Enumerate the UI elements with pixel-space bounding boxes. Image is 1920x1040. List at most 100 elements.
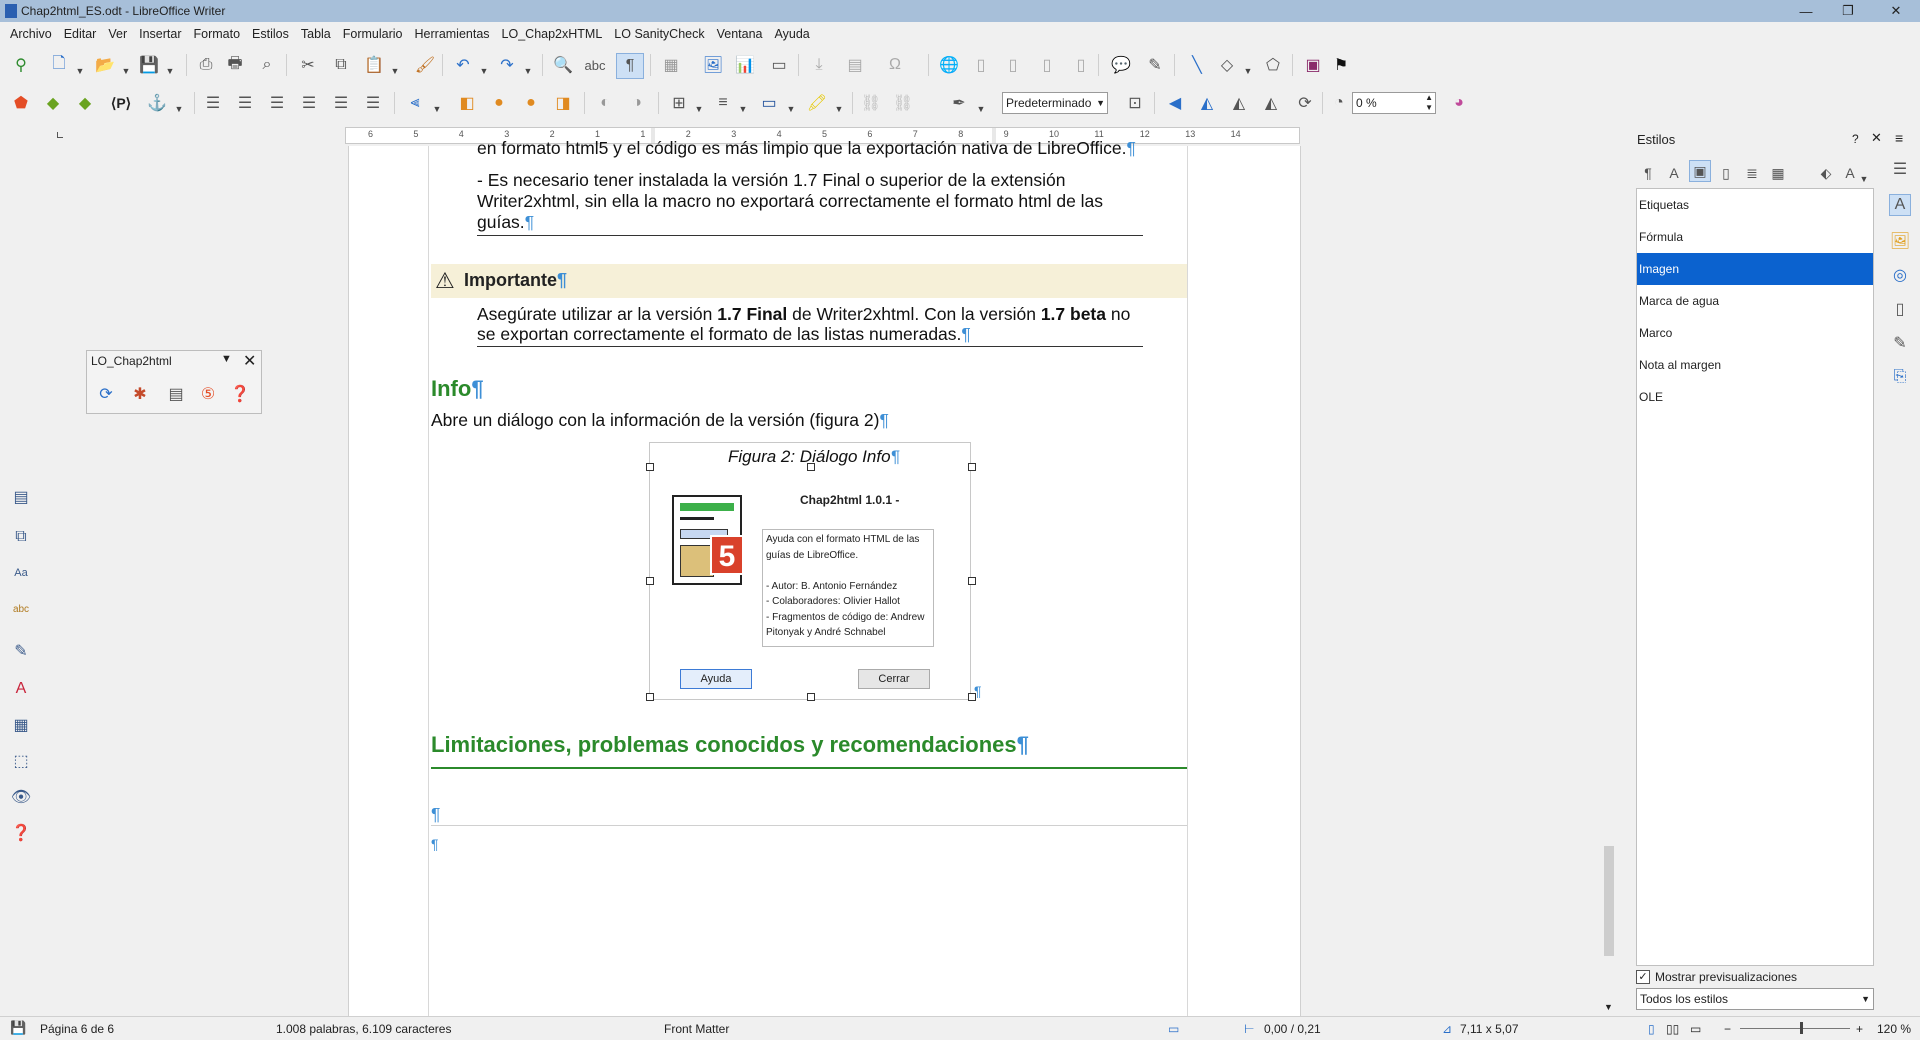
zoom-out-icon[interactable]: − <box>1724 1022 1731 1036</box>
bring-to-front-icon[interactable]: ◧ <box>456 92 478 114</box>
flip-horizontal-icon[interactable]: ◭ <box>1196 92 1218 114</box>
redo-icon[interactable]: ↷ <box>496 54 518 76</box>
copy-icon[interactable]: ⧉ <box>330 54 352 76</box>
selection-mode-icon[interactable]: ▭ <box>1168 1022 1179 1036</box>
zoom-slider-thumb[interactable] <box>1800 1022 1803 1034</box>
transparency-spinbox[interactable]: 0 % ▲ ▼ <box>1352 92 1436 114</box>
flip-vertical-icon[interactable]: ◀ <box>1164 92 1186 114</box>
menu-archivo[interactable]: Archivo <box>10 27 52 41</box>
style-item-nota-al-margen[interactable]: Nota al margen <box>1637 349 1873 381</box>
minimize-button[interactable]: — <box>1786 0 1826 22</box>
menu-formato[interactable]: Formato <box>194 27 241 41</box>
insert-caption-icon[interactable]: ⧉ <box>10 526 32 548</box>
maximize-button[interactable]: ❐ <box>1828 0 1868 22</box>
fill-format-icon[interactable]: ⬖ <box>1815 162 1837 184</box>
style-item-marca-de-agua[interactable]: Marca de agua <box>1637 285 1873 317</box>
find-icon[interactable]: 🔍 <box>552 54 574 76</box>
border-color-icon[interactable]: ▭ <box>758 92 780 114</box>
zoom-in-icon[interactable]: + <box>1856 1022 1863 1036</box>
resize-handle[interactable] <box>807 463 815 471</box>
chevron-down-icon[interactable]: ▼ <box>121 60 131 82</box>
cross-reference-icon[interactable]: ▯ <box>1070 54 1092 76</box>
chevron-down-icon[interactable]: ▼ <box>221 353 232 365</box>
tab-type-marker[interactable] <box>57 132 63 138</box>
resize-handle[interactable] <box>807 693 815 701</box>
list-styles-icon[interactable]: ≣ <box>1741 162 1763 184</box>
close-icon[interactable]: ✕ <box>243 351 256 371</box>
multi-page-view-icon[interactable]: ▯▯ <box>1666 1022 1679 1036</box>
help-button[interactable]: Ayuda <box>680 669 752 689</box>
print-icon[interactable]: 🖶 <box>224 54 246 76</box>
frame-styles-icon[interactable]: ▣ <box>1689 160 1711 182</box>
validate-icon[interactable]: ◆ <box>42 92 64 114</box>
wrap-through-icon[interactable]: ☰ <box>362 92 384 114</box>
menu-formulario[interactable]: Formulario <box>343 27 403 41</box>
insert-field-icon[interactable]: ▤ <box>844 54 866 76</box>
vertical-scrollbar[interactable]: ▼ <box>1603 146 1615 1016</box>
bookmark-icon[interactable]: ▯ <box>1036 54 1058 76</box>
navigator-icon[interactable]: ▤ <box>10 486 32 508</box>
navigator-deck-icon[interactable]: ◎ <box>1889 264 1911 286</box>
endnote-icon[interactable]: ▯ <box>1002 54 1024 76</box>
document-page[interactable]: en formato html5 y el código es más limp… <box>348 138 1301 1016</box>
chevron-down-icon[interactable]: ▼ <box>432 98 442 120</box>
style-item-imagen[interactable]: Imagen <box>1637 253 1873 285</box>
page-count[interactable]: Página 6 de 6 <box>40 1022 114 1036</box>
link-frames-icon[interactable]: ⛓ <box>860 92 882 114</box>
formatting-marks-icon[interactable]: ¶ <box>616 53 644 79</box>
figure-frame[interactable]: Figura 2: Diálogo Info¶ 5 Chap2html 1.0.… <box>646 442 982 701</box>
edit-image-icon[interactable]: ✒ <box>948 92 970 114</box>
styles-icon[interactable]: ✎ <box>10 640 32 662</box>
new-document-icon[interactable]: 🗋 <box>48 54 70 76</box>
insert-line-icon[interactable]: ╲ <box>1186 54 1208 76</box>
anchor-icon[interactable]: ⚓ <box>146 92 168 114</box>
style-item-etiquetas[interactable]: Etiquetas <box>1637 189 1873 221</box>
style-filter-select[interactable]: Todos los estilos ▼ <box>1636 988 1874 1010</box>
chevron-down-icon[interactable]: ▼ <box>165 60 175 82</box>
menu-editar[interactable]: Editar <box>64 27 97 41</box>
cut-icon[interactable]: ✂ <box>297 54 319 76</box>
rotate-icon[interactable]: ⟳ <box>1294 92 1316 114</box>
resize-handle[interactable] <box>646 693 654 701</box>
zoom-slider[interactable] <box>1740 1028 1850 1029</box>
wrap-right-icon[interactable]: ☰ <box>330 92 352 114</box>
chevron-down-icon[interactable]: ▼ <box>390 60 400 82</box>
comment-icon[interactable]: 💬 <box>1110 54 1132 76</box>
chevron-down-icon[interactable]: ▼ <box>75 60 85 82</box>
menu-lo-sanitycheck[interactable]: LO SanityCheck <box>614 27 704 41</box>
basic-shapes-icon[interactable]: ◇ <box>1216 54 1238 76</box>
chevron-down-icon[interactable]: ▼ <box>834 98 844 120</box>
menu-ayuda[interactable]: Ayuda <box>775 27 810 41</box>
style-item-ole[interactable]: OLE <box>1637 381 1873 413</box>
word-count[interactable]: 1.008 palabras, 6.109 caracteres <box>276 1022 451 1036</box>
help-icon[interactable]: ❓ <box>229 383 251 405</box>
page-style[interactable]: Front Matter <box>664 1022 729 1036</box>
export-pdf-icon[interactable]: ⎙ <box>195 54 217 76</box>
properties-deck-icon[interactable]: ☰ <box>1889 158 1911 180</box>
back-one-icon[interactable]: ● <box>520 92 542 114</box>
html5-icon[interactable]: ⬟ <box>10 92 32 114</box>
new-style-icon[interactable]: A <box>1839 162 1861 184</box>
paste-icon[interactable]: 📋 <box>363 54 385 76</box>
document-icon[interactable]: ▤ <box>165 383 187 405</box>
wrap-page-icon[interactable]: ☰ <box>234 92 256 114</box>
footnote-icon[interactable]: ▯ <box>970 54 992 76</box>
rotate-left-icon[interactable]: ◭ <box>1228 92 1250 114</box>
chevron-down-icon[interactable]: ▼ <box>1604 1002 1613 1012</box>
page-break-icon[interactable]: ⤓ <box>808 54 830 76</box>
borders-icon[interactable]: ⊞ <box>668 92 690 114</box>
chevron-down-icon[interactable]: ▼ <box>694 98 704 120</box>
insert-textbox-icon[interactable]: ▭ <box>768 54 790 76</box>
page-styles-icon[interactable]: ▯ <box>1715 162 1737 184</box>
unlink-frames-icon[interactable]: ⛓ <box>892 92 914 114</box>
html5-icon[interactable]: ⑤ <box>197 383 219 405</box>
draw-functions-icon[interactable]: ⬠ <box>1262 54 1284 76</box>
send-to-back-icon[interactable]: ◨ <box>552 92 574 114</box>
clone-formatting-icon[interactable]: 🖌 <box>414 54 436 76</box>
scrollbar-thumb[interactable] <box>1604 846 1614 956</box>
insert-image-icon[interactable]: 🖼 <box>702 54 724 76</box>
chevron-down-icon[interactable]: ▼ <box>174 98 184 120</box>
save-icon[interactable]: 💾 <box>138 54 160 76</box>
crop-icon[interactable]: ⊡ <box>1124 92 1146 114</box>
insert-chart-icon[interactable]: 📊 <box>734 54 756 76</box>
